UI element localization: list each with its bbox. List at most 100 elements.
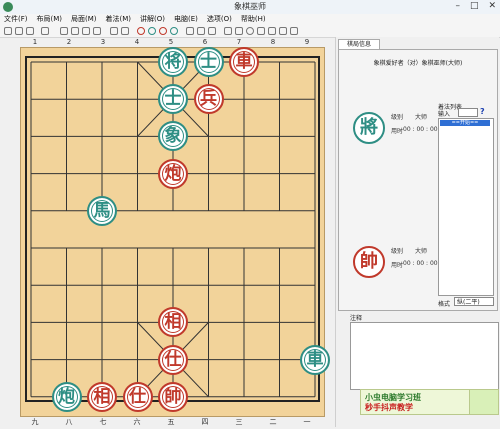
game-info-box: 象棋爱好者（对）象棋巫师(大师) 將 级别 大师 用时 00 : 00 : 00… (338, 49, 498, 311)
red-piece[interactable]: 帥 (158, 381, 188, 412)
file-label: 6 (202, 38, 208, 46)
file-label: 1 (32, 38, 38, 46)
title-bar: 象棋巫师 – □ ✕ (0, 0, 500, 15)
flip-icon[interactable] (224, 27, 232, 35)
piece-label: 象 (164, 126, 182, 147)
menu-position[interactable]: 局面(M) (71, 14, 97, 25)
black-piece-icon-2[interactable] (170, 27, 178, 35)
file-ruler-bottom: 九 八 七 六 五 四 三 二 一 (18, 417, 324, 427)
piece-label: 相 (93, 386, 111, 407)
menu-options[interactable]: 选项(O) (207, 14, 232, 25)
menu-commentary[interactable]: 讲解(O) (140, 14, 165, 25)
first-move-icon[interactable] (60, 27, 68, 35)
red-level-value: 大师 (415, 248, 428, 255)
file-label: 九 (31, 418, 39, 426)
prev-move-icon[interactable] (71, 27, 79, 35)
export-icon[interactable] (279, 27, 287, 35)
move-input[interactable] (458, 108, 478, 117)
file-label: 2 (66, 38, 72, 46)
window-title: 象棋巫师 (234, 2, 266, 11)
black-player-piece: 將 (353, 112, 385, 144)
minimize-icon[interactable]: – (455, 1, 460, 11)
image-icon[interactable] (268, 27, 276, 35)
exit-icon[interactable] (290, 27, 298, 35)
clock-icon[interactable] (246, 27, 254, 35)
book-icon[interactable] (257, 27, 265, 35)
xiangqi-board[interactable]: 将士車士兵象炮馬相仕車炮相仕帥 (20, 47, 330, 417)
black-piece-icon[interactable] (148, 27, 156, 35)
black-piece[interactable]: 馬 (87, 195, 117, 226)
red-piece[interactable]: 仕 (158, 344, 188, 375)
notes-label: 注释 (350, 315, 363, 322)
piece-label: 相 (164, 312, 182, 333)
ad-banner[interactable]: 小虫电脑学习班 秒手抖声教学 (360, 389, 470, 415)
red-piece[interactable]: 相 (87, 381, 117, 412)
red-piece[interactable]: 炮 (158, 158, 188, 189)
file-label: 8 (270, 38, 276, 46)
file-label: 4 (134, 38, 140, 46)
file-ruler-top: 1 2 3 4 5 6 7 8 9 (18, 38, 324, 47)
menu-file[interactable]: 文件(F) (4, 14, 28, 25)
analyze-icon[interactable] (208, 27, 216, 35)
notes-textarea[interactable] (350, 322, 499, 390)
piece-label: 馬 (93, 200, 111, 221)
black-level-value: 大师 (415, 114, 428, 121)
menu-computer[interactable]: 电脑(E) (174, 14, 198, 25)
format-select[interactable]: 纵(二平) (454, 297, 494, 306)
black-piece[interactable]: 将 (158, 47, 188, 77)
next-move-icon[interactable] (82, 27, 90, 35)
close-icon[interactable]: ✕ (488, 1, 496, 11)
red-time-value: 00 : 00 : 00 (403, 260, 438, 267)
format-label: 格式 (438, 301, 451, 308)
save-icon[interactable] (26, 27, 34, 35)
computer-icon[interactable] (186, 27, 194, 35)
red-piece[interactable]: 兵 (193, 84, 224, 115)
maximize-icon[interactable]: □ (470, 1, 479, 11)
red-piece-icon[interactable] (137, 27, 145, 35)
file-label: 四 (201, 418, 209, 426)
open-icon[interactable] (15, 27, 23, 35)
move-list[interactable]: ==开始== (438, 118, 494, 296)
undo-icon[interactable] (41, 27, 49, 35)
piece-label: 仕 (129, 386, 146, 407)
last-move-icon[interactable] (93, 27, 101, 35)
red-time-label: 用时 (391, 262, 404, 269)
black-piece[interactable]: 象 (158, 121, 188, 152)
new-icon[interactable] (4, 27, 12, 35)
file-label: 二 (269, 418, 277, 426)
piece-label: 将 (164, 52, 182, 72)
settings-icon[interactable] (235, 27, 243, 35)
red-piece[interactable]: 相 (158, 307, 188, 338)
red-piece-icon-2[interactable] (159, 27, 167, 35)
file-label: 3 (100, 38, 106, 46)
file-label: 五 (167, 418, 175, 426)
hint-icon[interactable] (197, 27, 205, 35)
menu-layout[interactable]: 布局(M) (37, 14, 63, 25)
file-label: 七 (99, 418, 107, 426)
side-panel: 棋局信息 象棋爱好者（对）象棋巫师(大师) 將 级别 大师 用时 00 : 00… (335, 37, 499, 427)
black-level-label: 级别 (391, 114, 404, 121)
ad-image (469, 389, 499, 415)
file-label: 5 (168, 38, 174, 46)
red-level-label: 级别 (391, 248, 404, 255)
piece-label: 車 (235, 52, 253, 72)
red-piece[interactable]: 車 (229, 47, 259, 77)
piece-label: 仕 (164, 349, 182, 370)
move-list-group: 着法列表 输入 ? ==开始== (438, 102, 494, 302)
window-controls: – □ ✕ (455, 1, 496, 11)
black-piece[interactable]: 士 (193, 47, 224, 77)
file-label: 一 (303, 418, 311, 426)
delete-icon[interactable] (110, 27, 118, 35)
red-piece[interactable]: 仕 (122, 381, 153, 412)
piece-label: 士 (164, 89, 182, 110)
black-piece[interactable]: 士 (158, 84, 188, 115)
red-player-piece-label: 帥 (360, 251, 378, 272)
menu-moves[interactable]: 着法(M) (106, 14, 132, 25)
black-time-value: 00 : 00 : 00 (403, 126, 438, 133)
help-icon[interactable]: ? (480, 107, 485, 116)
black-piece[interactable]: 車 (300, 344, 330, 375)
copy-icon[interactable] (121, 27, 129, 35)
menu-help[interactable]: 帮助(H) (241, 14, 266, 25)
move-list-item[interactable]: ==开始== (440, 120, 490, 126)
black-piece[interactable]: 炮 (51, 381, 82, 412)
